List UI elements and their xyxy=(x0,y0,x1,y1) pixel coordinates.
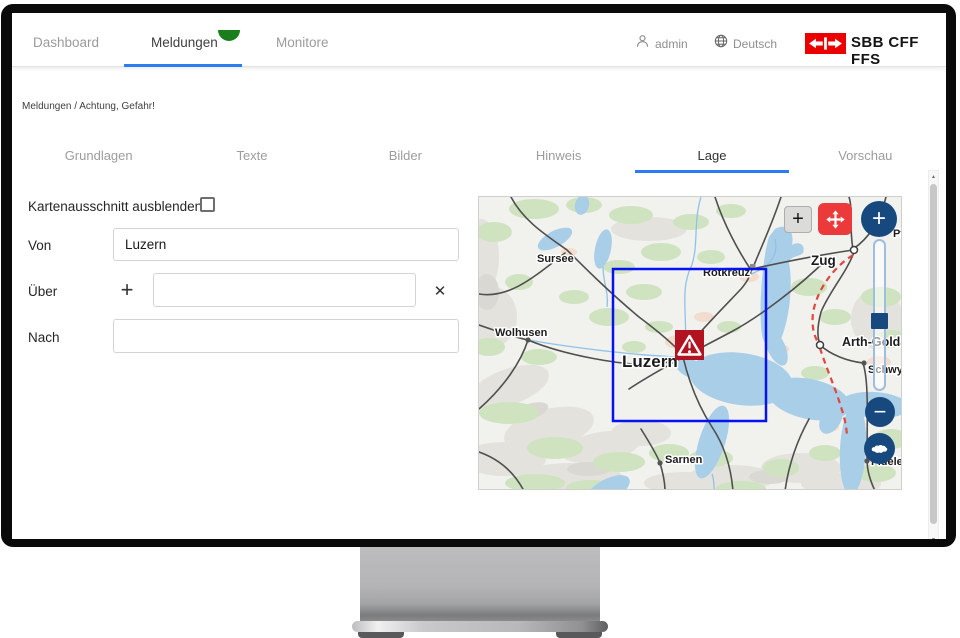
notification-badge xyxy=(218,30,240,41)
tab-texte[interactable]: Texte xyxy=(175,139,328,173)
map-zoom-in-button[interactable]: + xyxy=(861,201,897,237)
hide-map-label: Kartenausschnitt ausblenden xyxy=(28,199,202,214)
plus-icon: + xyxy=(792,208,804,231)
warning-marker-icon[interactable] xyxy=(675,330,704,360)
minus-icon: − xyxy=(874,399,887,425)
add-via-button[interactable]: + xyxy=(116,279,138,301)
von-input[interactable] xyxy=(113,228,459,261)
active-nav-underline xyxy=(124,64,242,67)
map-canvas: Sursee Rotkreuz Zug Wolhusen Luzern Arth… xyxy=(479,197,902,490)
map-pan-button[interactable] xyxy=(818,203,852,235)
breadcrumb: Meldungen / Achtung, Gefahr! xyxy=(22,101,155,112)
scrollbar-thumb[interactable] xyxy=(930,184,937,524)
switzerland-icon xyxy=(870,442,889,455)
brand-wordmark: SBB CFF FFS xyxy=(851,34,946,68)
scroll-up-arrow-icon[interactable]: ▲ xyxy=(929,171,938,182)
language-selector[interactable]: Deutsch xyxy=(733,37,777,51)
vertical-scrollbar[interactable]: ▲ ▼ xyxy=(928,170,939,539)
plus-icon: + xyxy=(872,205,886,233)
close-icon: ✕ xyxy=(434,282,447,300)
user-name[interactable]: admin xyxy=(655,37,688,51)
monitor-bezel: Dashboard Meldungen Monitore admin Deuts… xyxy=(1,4,956,547)
monitor-foot-right xyxy=(556,632,602,638)
map-home-button[interactable] xyxy=(864,433,895,464)
screen: Dashboard Meldungen Monitore admin Deuts… xyxy=(12,13,946,539)
map-zoom-slider[interactable] xyxy=(873,239,886,391)
monitor-stand-base xyxy=(352,621,608,632)
move-arrows-icon xyxy=(825,209,846,230)
tab-bar: Grundlagen Texte Bilder Hinweis Lage Vor… xyxy=(22,139,942,173)
sbb-logo-icon xyxy=(805,33,846,54)
tab-grundlagen[interactable]: Grundlagen xyxy=(22,139,175,173)
map-label-wolhusen: Wolhusen xyxy=(495,327,548,339)
nach-label: Nach xyxy=(28,330,60,345)
ueber-label: Über xyxy=(28,284,57,299)
user-icon xyxy=(636,34,649,53)
tab-lage[interactable]: Lage xyxy=(635,139,788,173)
monitor-foot-left xyxy=(358,632,404,638)
map-zoom-out-button[interactable]: − xyxy=(865,397,895,427)
scroll-down-arrow-icon[interactable]: ▼ xyxy=(929,534,938,539)
nav-item-monitore[interactable]: Monitore xyxy=(276,35,329,50)
map-label-zug: Zug xyxy=(811,253,836,268)
globe-icon xyxy=(714,34,728,53)
von-label: Von xyxy=(28,238,51,253)
tab-bilder[interactable]: Bilder xyxy=(329,139,482,173)
monitor-stand xyxy=(360,547,600,623)
nach-input[interactable] xyxy=(113,319,459,353)
map-label-sarnen: Sarnen xyxy=(665,454,703,466)
map-label-arth-goldau: Arth-Goldau xyxy=(842,335,902,349)
nav-item-meldungen[interactable]: Meldungen xyxy=(151,35,218,50)
map-label-luzern: Luzern xyxy=(622,352,678,371)
app-header: Dashboard Meldungen Monitore admin Deuts… xyxy=(12,13,946,67)
zoom-slider-handle[interactable] xyxy=(871,313,888,329)
map[interactable]: Sursee Rotkreuz Zug Wolhusen Luzern Arth… xyxy=(478,196,902,490)
tab-vorschau[interactable]: Vorschau xyxy=(789,139,942,173)
map-label-sursee: Sursee xyxy=(537,253,574,265)
map-label-pfaeffikon: Pfäffikon xyxy=(893,228,902,240)
plus-icon: + xyxy=(121,277,134,303)
nav-item-dashboard[interactable]: Dashboard xyxy=(33,35,99,50)
map-extra-zoom-button[interactable]: + xyxy=(784,206,812,233)
tab-hinweis[interactable]: Hinweis xyxy=(482,139,635,173)
ueber-input[interactable] xyxy=(153,273,416,307)
remove-via-button[interactable]: ✕ xyxy=(429,280,451,302)
hide-map-checkbox[interactable] xyxy=(200,197,215,212)
